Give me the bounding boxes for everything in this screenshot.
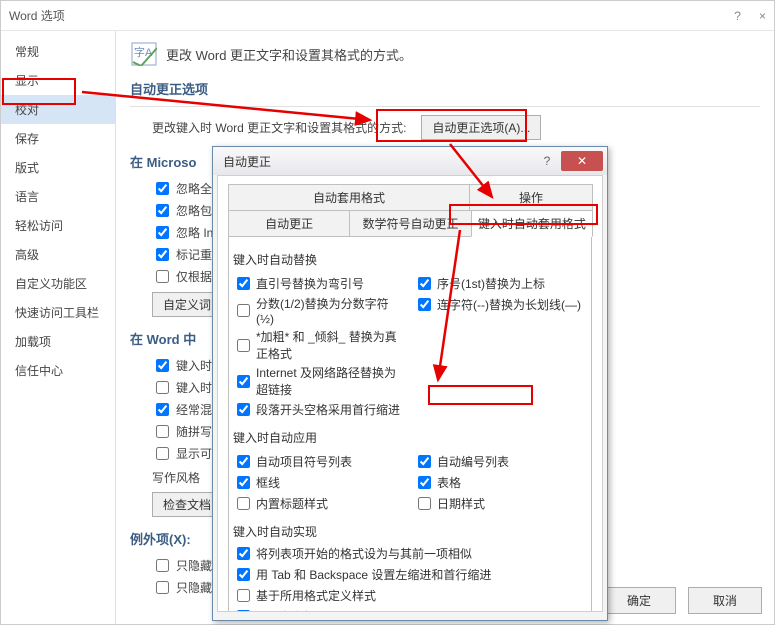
tab-autoformat[interactable]: 自动套用格式	[228, 184, 470, 211]
tab-math[interactable]: 数学符号自动更正	[349, 210, 471, 237]
ms-check-1[interactable]	[156, 182, 169, 195]
autocorrect-dialog: 自动更正 ? ✕ 自动套用格式 操作 自动更正 数学符号自动更正 键入时自动套用…	[212, 146, 608, 621]
ck-table[interactable]	[418, 476, 431, 489]
word-check-3[interactable]	[156, 403, 169, 416]
ck-list-format[interactable]	[237, 547, 250, 560]
word-check-1[interactable]	[156, 359, 169, 372]
ms-check-4[interactable]	[156, 248, 169, 261]
ac-titlebar: 自动更正 ? ✕	[213, 147, 607, 175]
tab-autocorrect[interactable]: 自动更正	[228, 210, 350, 237]
sidebar-item-custom-ribbon[interactable]: 自定义功能区	[1, 269, 115, 298]
ck-internet[interactable]	[237, 375, 250, 388]
ck-heading[interactable]	[237, 497, 250, 510]
ck-brackets[interactable]	[237, 610, 250, 612]
word-check-5[interactable]	[156, 447, 169, 460]
ac-help-icon[interactable]: ?	[535, 151, 559, 171]
window-title: Word 选项	[9, 1, 65, 31]
sidebar-item-advanced[interactable]: 高级	[1, 240, 115, 269]
ck-bullet-list[interactable]	[237, 455, 250, 468]
tab-actions[interactable]: 操作	[469, 184, 593, 211]
close-icon[interactable]: ×	[759, 1, 766, 31]
ck-number-list[interactable]	[418, 455, 431, 468]
help-icon[interactable]: ?	[734, 1, 741, 31]
group-replace-title: 键入时自动替换	[233, 251, 587, 268]
sidebar-item-display[interactable]: 显示	[1, 66, 115, 95]
sidebar-item-save[interactable]: 保存	[1, 124, 115, 153]
cancel-button[interactable]: 取消	[688, 587, 762, 614]
ck-ordinal[interactable]	[418, 277, 431, 290]
sidebar-item-qat[interactable]: 快速访问工具栏	[1, 298, 115, 327]
sidebar: 常规 显示 校对 保存 版式 语言 轻松访问 高级 自定义功能区 快速访问工具栏…	[1, 31, 116, 624]
excl-check-2[interactable]	[156, 581, 169, 594]
proofing-icon: 字A	[130, 41, 158, 67]
word-check-2[interactable]	[156, 381, 169, 394]
ck-dash[interactable]	[418, 298, 431, 311]
sidebar-item-general[interactable]: 常规	[1, 37, 115, 66]
group-auto-title: 键入时自动实现	[233, 523, 587, 540]
ck-indent[interactable]	[237, 403, 250, 416]
tab-autoformat-typing[interactable]: 键入时自动套用格式	[471, 210, 593, 237]
excl-check-1[interactable]	[156, 559, 169, 572]
ms-check-3[interactable]	[156, 226, 169, 239]
section-autocorrect-title: 自动更正选项	[130, 79, 760, 98]
ck-bold-italic[interactable]	[237, 339, 250, 352]
ms-check-2[interactable]	[156, 204, 169, 217]
word-check-4[interactable]	[156, 425, 169, 438]
sidebar-item-language[interactable]: 语言	[1, 182, 115, 211]
titlebar: Word 选项 ? ×	[1, 1, 774, 31]
ms-check-5[interactable]	[156, 270, 169, 283]
ac-title: 自动更正	[223, 153, 271, 170]
content-header-text: 更改 Word 更正文字和设置其格式的方式。	[166, 45, 412, 64]
ac-close-icon[interactable]: ✕	[561, 151, 603, 171]
ck-quotes[interactable]	[237, 277, 250, 290]
ck-tab-backspace[interactable]	[237, 568, 250, 581]
ok-button[interactable]: 确定	[602, 587, 676, 614]
autocorrect-desc: 更改键入时 Word 更正文字和设置其格式的方式:	[152, 121, 406, 135]
ck-define-style[interactable]	[237, 589, 250, 602]
autocorrect-options-button[interactable]: 自动更正选项(A)...	[421, 115, 541, 140]
group-apply-title: 键入时自动应用	[233, 429, 587, 446]
ck-fractions[interactable]	[237, 304, 250, 317]
sidebar-item-ease[interactable]: 轻松访问	[1, 211, 115, 240]
sidebar-item-addins[interactable]: 加载项	[1, 327, 115, 356]
sidebar-item-layout[interactable]: 版式	[1, 153, 115, 182]
ck-border[interactable]	[237, 476, 250, 489]
sidebar-item-proofing[interactable]: 校对	[1, 95, 115, 124]
sidebar-item-trust[interactable]: 信任中心	[1, 356, 115, 385]
ck-date[interactable]	[418, 497, 431, 510]
